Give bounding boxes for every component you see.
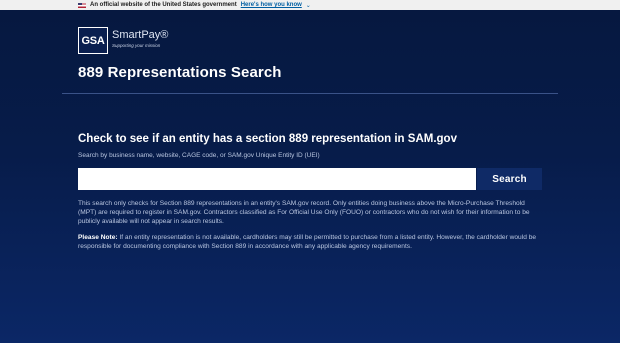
gsa-smartpay-logo[interactable]: GSA SmartPay® Supporting your mission (78, 27, 168, 54)
chevron-down-icon[interactable]: ⌄ (306, 2, 311, 9)
brand-name: SmartPay® (112, 29, 169, 41)
note-text: If an entity representation is not avail… (78, 234, 537, 250)
search-button[interactable]: Search (477, 168, 542, 190)
header-divider (62, 93, 558, 94)
search-subheading: Search by business name, website, CAGE c… (78, 152, 320, 159)
gov-banner-text: An official website of the United States… (90, 2, 237, 8)
note-label: Please Note: (78, 234, 118, 241)
brand: SmartPay® Supporting your mission (112, 27, 168, 48)
site-header: GSA SmartPay® Supporting your mission (78, 27, 168, 54)
disclaimer-text: This search only checks for Section 889 … (78, 200, 530, 225)
please-note: Please Note: If an entity representation… (78, 234, 544, 252)
us-flag-icon (78, 2, 86, 8)
search-heading: Check to see if an entity has a section … (78, 133, 457, 145)
gov-banner: An official website of the United States… (0, 0, 620, 10)
page-title: 889 Representations Search (78, 64, 282, 81)
search-input[interactable] (78, 168, 476, 190)
brand-tagline: Supporting your mission (112, 43, 161, 48)
how-you-know-link[interactable]: Here's how you know (241, 2, 302, 8)
gsa-logo-box: GSA (78, 27, 108, 54)
